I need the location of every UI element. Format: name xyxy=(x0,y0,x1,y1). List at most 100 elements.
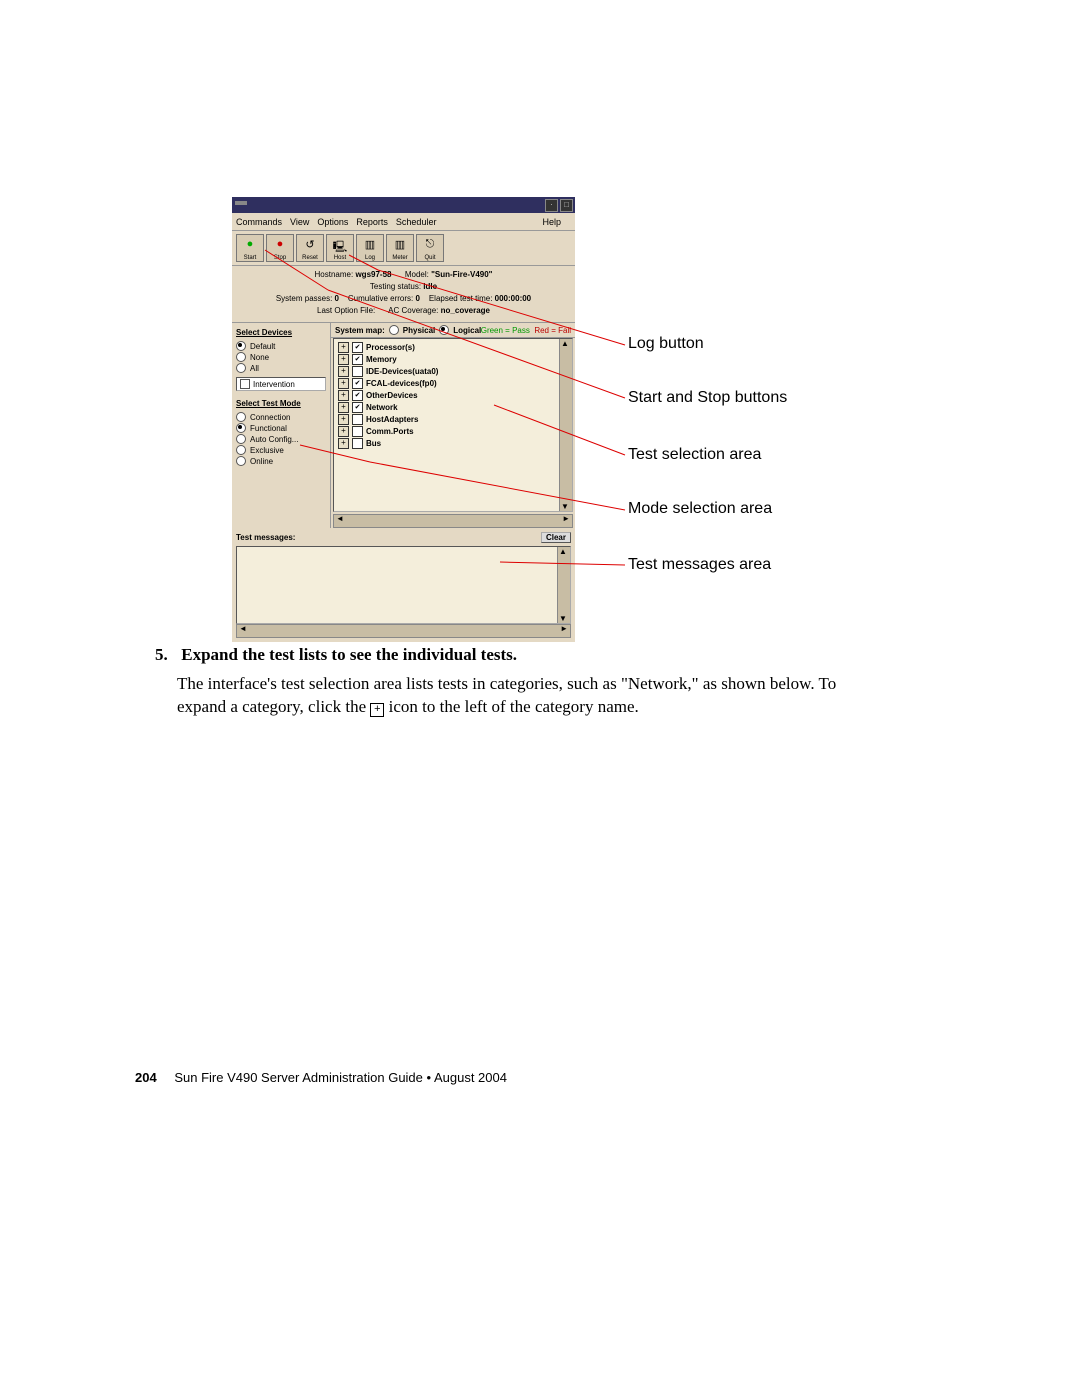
menu-help[interactable]: Help xyxy=(542,217,561,227)
radio-logical[interactable] xyxy=(439,325,449,335)
tree-bus[interactable]: +Bus xyxy=(338,438,568,449)
tree-fcal[interactable]: +FCAL-devices(fp0) xyxy=(338,378,568,389)
accov-label: AC Coverage: xyxy=(388,306,438,315)
callout-testselection: Test selection area xyxy=(628,446,761,464)
callout-modeselection: Mode selection area xyxy=(628,500,772,518)
model-value: "Sun-Fire-V490" xyxy=(431,270,492,279)
checkbox-icon[interactable] xyxy=(352,354,363,365)
checkbox-icon[interactable] xyxy=(352,342,363,353)
expand-icon[interactable]: + xyxy=(338,402,349,413)
menu-reports[interactable]: Reports xyxy=(356,217,388,227)
errors-value: 0 xyxy=(415,294,419,303)
meter-icon: ▥ xyxy=(395,238,405,251)
expand-icon[interactable]: + xyxy=(338,426,349,437)
hscrollbar[interactable] xyxy=(236,624,571,638)
radio-physical[interactable] xyxy=(389,325,399,335)
test-tree: +Processor(s) +Memory +IDE-Devices(uata0… xyxy=(333,338,573,512)
test-messages-panel: Test messages: Clear xyxy=(232,528,575,642)
tree-network[interactable]: +Network xyxy=(338,402,568,413)
stop-icon: ● xyxy=(277,238,284,250)
elapsed-value: 000:00:00 xyxy=(495,294,531,303)
minimize-icon[interactable]: · xyxy=(545,199,558,212)
status-panel: Hostname: wgs97-58 Model: "Sun-Fire-V490… xyxy=(232,266,575,323)
checkbox-icon xyxy=(240,379,250,389)
radio-icon xyxy=(236,456,246,466)
checkbox-icon[interactable] xyxy=(352,438,363,449)
tree-memory[interactable]: +Memory xyxy=(338,354,568,365)
checkbox-icon[interactable] xyxy=(352,378,363,389)
meter-button[interactable]: ▥Meter xyxy=(386,234,414,262)
window-menu-icon[interactable] xyxy=(235,201,247,205)
tree-commports[interactable]: +Comm.Ports xyxy=(338,426,568,437)
menu-options[interactable]: Options xyxy=(317,217,348,227)
vscrollbar[interactable] xyxy=(557,547,570,623)
physical-label: Physical xyxy=(403,326,435,335)
vscrollbar[interactable] xyxy=(559,339,572,511)
callout-startstop: Start and Stop buttons xyxy=(628,389,787,407)
hscrollbar[interactable] xyxy=(333,514,573,528)
checkbox-icon[interactable] xyxy=(352,390,363,401)
checkbox-icon[interactable] xyxy=(352,414,363,425)
menu-commands[interactable]: Commands xyxy=(236,217,282,227)
radio-icon xyxy=(236,352,246,362)
legend: Green = Pass Red = Fail xyxy=(481,326,571,335)
expand-icon[interactable]: + xyxy=(338,354,349,365)
menubar: Commands View Options Reports Scheduler … xyxy=(232,213,575,231)
menu-view[interactable]: View xyxy=(290,217,309,227)
radio-none[interactable]: None xyxy=(236,352,326,362)
radio-autoconfig[interactable]: Auto Config... xyxy=(236,434,326,444)
test-messages-label: Test messages: xyxy=(236,533,295,542)
tree-other[interactable]: +OtherDevices xyxy=(338,390,568,401)
radio-functional[interactable]: Functional xyxy=(236,423,326,433)
expand-icon[interactable]: + xyxy=(338,414,349,425)
checkbox-icon[interactable] xyxy=(352,426,363,437)
select-devices-header: Select Devices xyxy=(236,328,326,337)
toolbar: ●Start ●Stop ↺Reset 🖳Host ▥Log ▥Meter ⎋Q… xyxy=(232,231,575,266)
callout-testmessages: Test messages area xyxy=(628,556,771,574)
radio-exclusive[interactable]: Exclusive xyxy=(236,445,326,455)
log-button[interactable]: ▥Log xyxy=(356,234,384,262)
step-title: Expand the test lists to see the individ… xyxy=(181,645,517,664)
system-map-header: System map: Physical Logical Green = Pas… xyxy=(331,323,575,338)
expand-icon[interactable]: + xyxy=(338,366,349,377)
footer-text: Sun Fire V490 Server Administration Guid… xyxy=(174,1070,507,1085)
tree-hostadapters[interactable]: +HostAdapters xyxy=(338,414,568,425)
clear-button[interactable]: Clear xyxy=(541,532,571,543)
expand-icon[interactable]: + xyxy=(338,438,349,449)
radio-icon xyxy=(236,363,246,373)
tree-processors[interactable]: +Processor(s) xyxy=(338,342,568,353)
expand-icon[interactable]: + xyxy=(338,378,349,389)
radio-connection[interactable]: Connection xyxy=(236,412,326,422)
logical-label: Logical xyxy=(453,326,481,335)
maximize-icon[interactable]: □ xyxy=(560,199,573,212)
radio-online[interactable]: Online xyxy=(236,456,326,466)
checkbox-icon[interactable] xyxy=(352,402,363,413)
stop-button[interactable]: ●Stop xyxy=(266,234,294,262)
menu-scheduler[interactable]: Scheduler xyxy=(396,217,437,227)
page-number: 204 xyxy=(135,1070,157,1085)
expand-icon[interactable]: + xyxy=(338,342,349,353)
step-5: 5. Expand the test lists to see the indi… xyxy=(155,645,875,719)
checkbox-intervention[interactable]: Intervention xyxy=(236,377,326,391)
tree-ide[interactable]: +IDE-Devices(uata0) xyxy=(338,366,568,377)
reset-button[interactable]: ↺Reset xyxy=(296,234,324,262)
host-button[interactable]: 🖳Host xyxy=(326,234,354,262)
lastopt-label: Last Option File: xyxy=(317,306,375,315)
host-icon: 🖳 xyxy=(333,238,348,257)
expand-icon[interactable]: + xyxy=(338,390,349,401)
quit-icon: ⎋ xyxy=(426,238,435,251)
radio-icon xyxy=(236,445,246,455)
test-messages-box xyxy=(236,546,571,624)
start-button[interactable]: ●Start xyxy=(236,234,264,262)
testing-status-label: Testing status: xyxy=(370,282,421,291)
checkbox-icon[interactable] xyxy=(352,366,363,377)
quit-button[interactable]: ⎋Quit xyxy=(416,234,444,262)
errors-label: Cumulative errors: xyxy=(348,294,413,303)
radio-icon xyxy=(236,423,246,433)
callout-log: Log button xyxy=(628,335,704,353)
step-body: The interface's test selection area list… xyxy=(177,673,875,719)
elapsed-label: Elapsed test time: xyxy=(429,294,493,303)
select-test-mode-header: Select Test Mode xyxy=(236,399,326,408)
radio-all[interactable]: All xyxy=(236,363,326,373)
radio-default[interactable]: Default xyxy=(236,341,326,351)
